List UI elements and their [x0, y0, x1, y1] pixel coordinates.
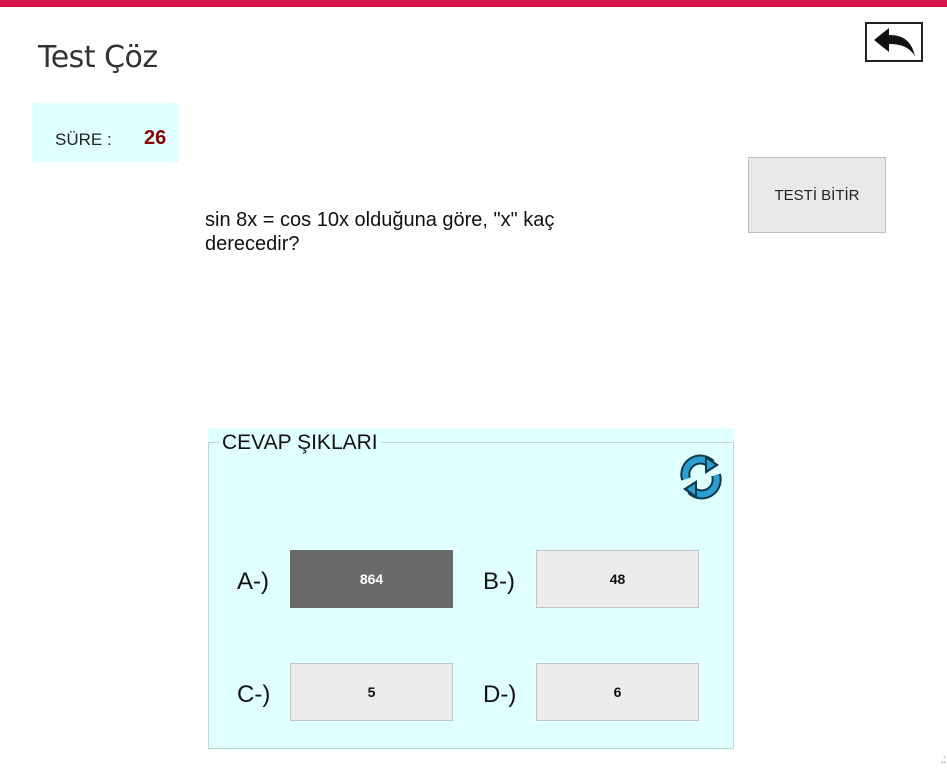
resize-grip[interactable]: .: [940, 752, 946, 766]
timer-panel: SÜRE : 26 [32, 103, 179, 162]
page-title: Test Çöz [38, 40, 158, 75]
back-arrow-icon [871, 27, 917, 57]
option-d-button[interactable]: 6 [536, 663, 699, 721]
timer-label: SÜRE : [55, 130, 112, 149]
top-accent-bar [0, 0, 947, 7]
option-a-label: A-) [237, 568, 269, 595]
finish-test-button[interactable]: TESTİ BİTİR [748, 157, 886, 233]
question-text: sin 8x = cos 10x olduğuna göre, "x" kaç … [205, 209, 555, 255]
refresh-icon[interactable] [677, 453, 725, 501]
answer-options-title: CEVAP ŞIKLARI [219, 431, 381, 455]
option-b-button[interactable]: 48 [536, 550, 699, 608]
option-b-label: B-) [483, 568, 515, 595]
answer-options-panel: CEVAP ŞIKLARI A-) 864 B-) 48 C-) 5 D-) 6 [208, 428, 734, 750]
option-a-button[interactable]: 864 [290, 550, 453, 608]
timer-value: 26 [144, 127, 167, 149]
option-d-label: D-) [483, 681, 517, 708]
back-button[interactable] [865, 22, 923, 62]
option-c-label: C-) [237, 681, 271, 708]
option-c-button[interactable]: 5 [290, 663, 453, 721]
